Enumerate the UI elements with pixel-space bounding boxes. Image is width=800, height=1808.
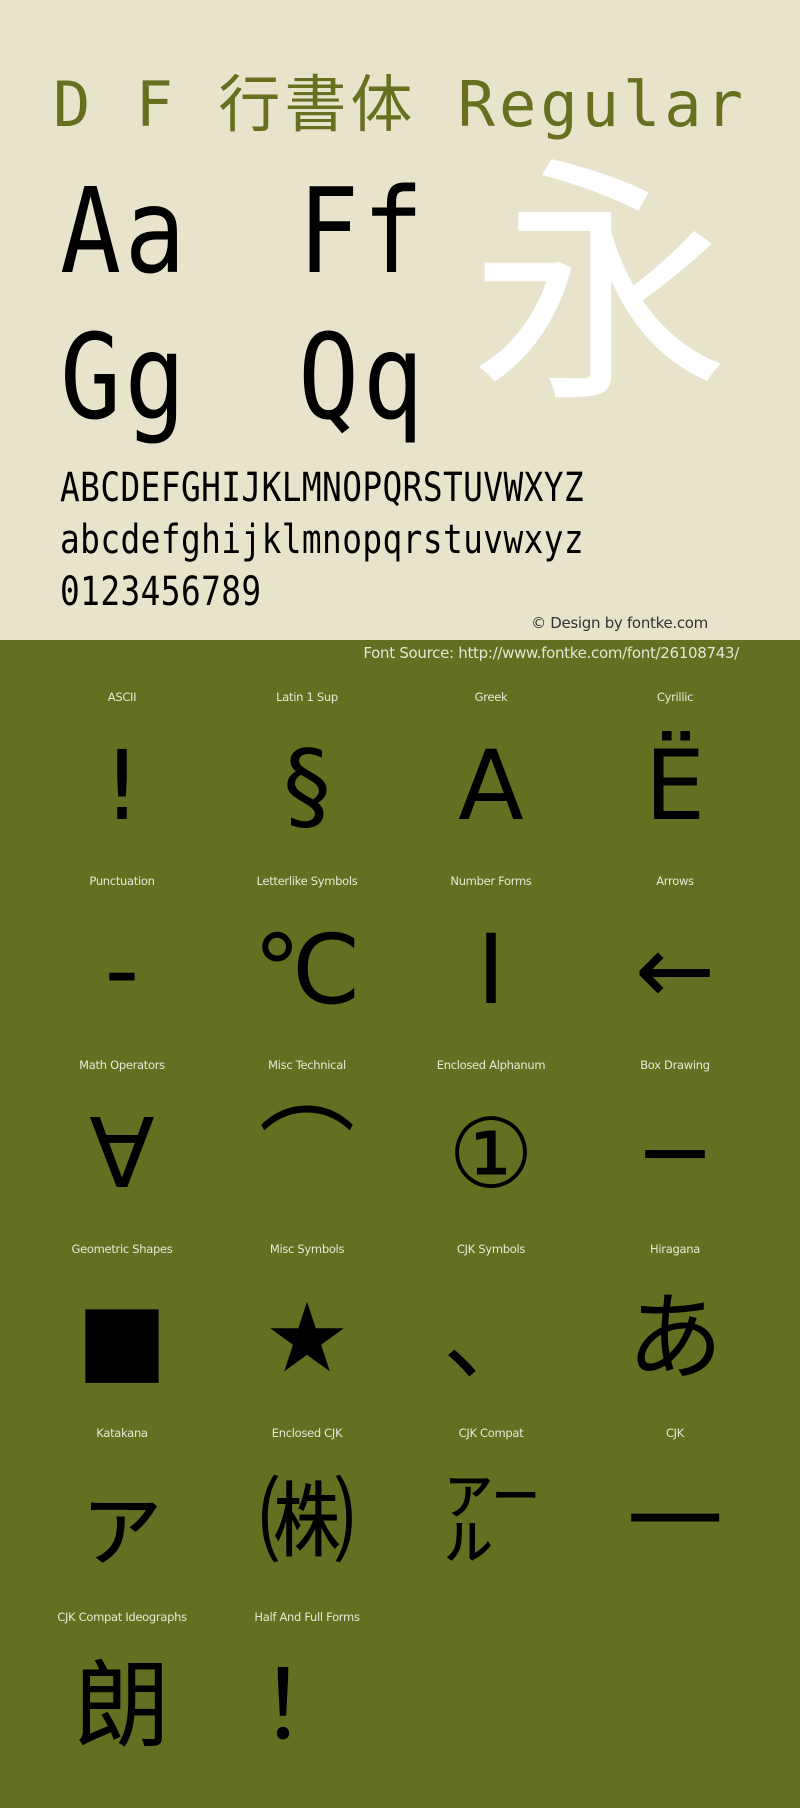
block-cell: CJK Symbols 、 [399, 1242, 583, 1426]
block-label: Katakana [96, 1426, 148, 1440]
block-cell: Hiragana あ [583, 1242, 767, 1426]
block-sample-glyph: あ [627, 1282, 723, 1394]
block-sample-glyph: Ⅰ [476, 914, 506, 1026]
block-sample-glyph: 朗 [74, 1650, 170, 1762]
block-cell: CJK Compat Ideographs 朗 [30, 1610, 214, 1794]
block-cell: Misc Symbols ★ [215, 1242, 399, 1426]
specimen-pair-ff: Ff [298, 162, 428, 300]
block-label: Arrows [656, 874, 694, 888]
lowercase-alphabet: abcdefghijklmnopqrstuvwxyz [60, 517, 585, 563]
block-label: Hiragana [650, 1242, 700, 1256]
block-sample-glyph: § [283, 730, 331, 842]
block-sample-glyph: Ё [644, 730, 706, 842]
block-cell: Geometric Shapes ■ [30, 1242, 214, 1426]
specimen-pair-qq: Qq [298, 308, 428, 446]
block-label: Misc Symbols [269, 1242, 345, 1256]
block-cell: Arrows ← [583, 874, 767, 1058]
block-label: Latin 1 Sup [276, 690, 338, 704]
block-label: Number Forms [450, 874, 532, 888]
block-sample-glyph: ─ [646, 1098, 704, 1210]
block-sample-glyph: ⌒ [259, 1098, 355, 1210]
block-sample-glyph: 、 [443, 1282, 539, 1394]
block-sample-glyph: ← [634, 914, 716, 1026]
digits: 0123456789 [60, 569, 262, 615]
block-cell: Half And Full Forms ！ [215, 1610, 399, 1794]
block-sample-glyph: ァ [74, 1466, 170, 1578]
block-label: Box Drawing [640, 1058, 710, 1072]
block-sample-glyph: ㌃ [443, 1466, 539, 1578]
font-source-link[interactable]: Font Source: http://www.fontke.com/font/… [363, 644, 739, 662]
block-sample-glyph: ★ [263, 1282, 351, 1394]
block-label: CJK Compat Ideographs [57, 1610, 187, 1624]
block-label: ASCII [107, 690, 137, 704]
block-sample-glyph: ■ [76, 1282, 168, 1394]
block-label: Misc Technical [268, 1058, 346, 1072]
block-cell: Number Forms Ⅰ [399, 874, 583, 1058]
block-cell: Latin 1 Sup § [215, 690, 399, 874]
block-cell: ASCII! [30, 690, 214, 874]
block-cell: Misc Technical ⌒ [215, 1058, 399, 1242]
block-cell: Greek Α [399, 690, 583, 874]
block-cell: Box Drawing ─ [583, 1058, 767, 1242]
block-cell: Enclosed Alphanum ① [399, 1058, 583, 1242]
block-sample-glyph: ! [102, 730, 142, 842]
block-label: CJK Symbols [456, 1242, 526, 1256]
block-sample-glyph: ！ [259, 1650, 355, 1762]
block-label: Math Operators [79, 1058, 165, 1072]
block-label: Letterlike Symbols [256, 874, 358, 888]
block-label: CJK Compat [458, 1426, 524, 1440]
block-label: Enclosed CJK [271, 1426, 343, 1440]
block-sample-glyph: ∀ [89, 1098, 155, 1210]
specimen-pair-aa: Aa [60, 162, 190, 300]
uppercase-alphabet: ABCDEFGHIJKLMNOPQRSTUVWXYZ [60, 465, 585, 511]
hero-glyph: 永 [470, 137, 730, 439]
block-sample-glyph: 一 [627, 1466, 723, 1578]
font-title: D F 行書体 Regular [53, 68, 747, 141]
specimen-panel: D F 行書体 Regular Aa Ff Gg Qq 永 ABCDEFGHIJ… [0, 0, 800, 640]
block-sample-glyph: Α [458, 730, 524, 842]
block-label: Punctuation [89, 874, 155, 888]
block-cell: Letterlike Symbols ℃ [215, 874, 399, 1058]
block-sample-glyph: ℃ [253, 914, 361, 1026]
block-cell: Cyrillic Ё [583, 690, 767, 874]
block-cell: CJK Compat ㌃ [399, 1426, 583, 1610]
block-cell: Punctuation ‐ [30, 874, 214, 1058]
block-label: Greek [474, 690, 508, 704]
block-sample-glyph: ① [447, 1098, 535, 1210]
block-cell: CJK 一 [583, 1426, 767, 1610]
copyright-notice: © Design by fontke.com [531, 614, 708, 632]
block-cell: Enclosed CJK ㈱ [215, 1426, 399, 1610]
block-label: Cyrillic [656, 690, 694, 704]
block-label: Half And Full Forms [254, 1610, 360, 1624]
block-label: Geometric Shapes [71, 1242, 173, 1256]
specimen-pair-gg: Gg [60, 308, 190, 446]
block-sample-glyph: ‐ [104, 914, 140, 1026]
block-label: Enclosed Alphanum [436, 1058, 546, 1072]
block-cell: Katakana ァ [30, 1426, 214, 1610]
block-label: CJK [665, 1426, 685, 1440]
block-sample-glyph: ㈱ [259, 1466, 355, 1578]
block-cell: Math Operators ∀ [30, 1058, 214, 1242]
